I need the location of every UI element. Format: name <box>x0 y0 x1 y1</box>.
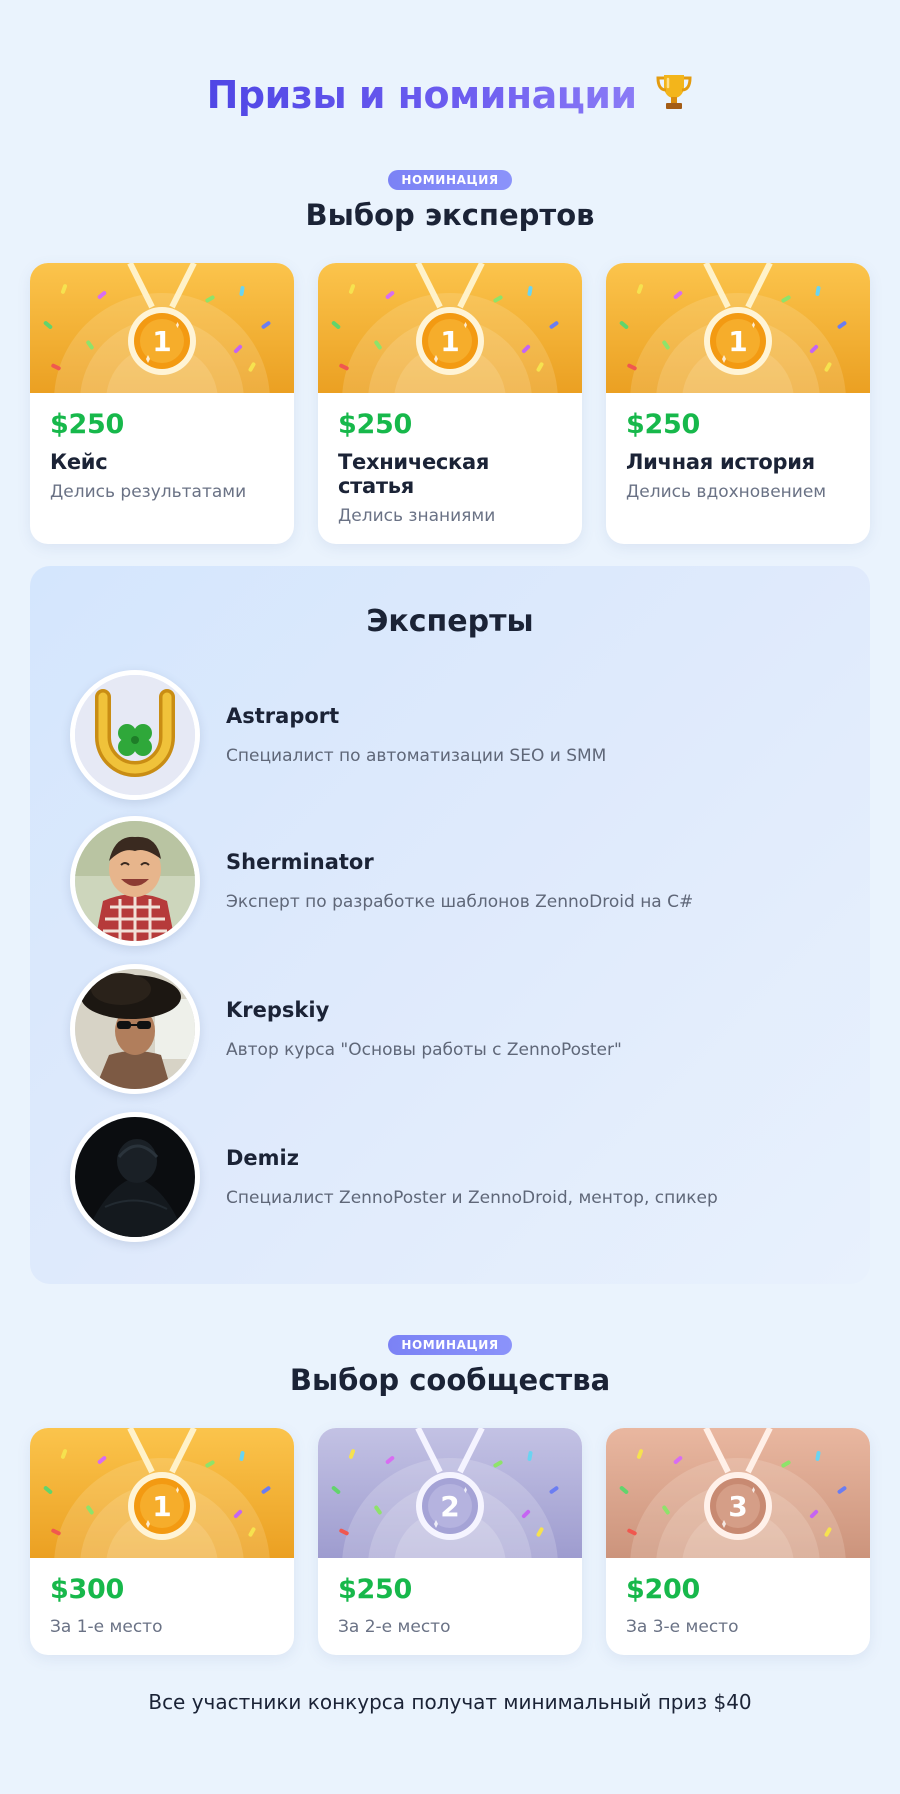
prize-card: 1 $250 Кейс Делись результатами <box>30 263 294 544</box>
experts-choice-header: номинация Выбор экспертов <box>0 169 900 232</box>
gold-medal-banner: 1 <box>318 263 582 393</box>
expert-item: Demiz Специалист ZennoPoster и ZennoDroi… <box>70 1112 718 1242</box>
community-choice-cards: 1 $300 За 1-е место 2 $250 За 2-е место <box>30 1428 870 1655</box>
horseshoe-clover-icon <box>75 675 195 795</box>
expert-name: Krepskiy <box>226 998 330 1022</box>
bronze-medal-banner: 3 <box>606 1428 870 1558</box>
card-title: Техническая статья <box>338 450 490 498</box>
expert-item: Krepskiy Автор курса "Основы работы с Ze… <box>70 964 622 1094</box>
prize-amount: $300 <box>50 1574 124 1605</box>
expert-description: Специалист ZennoPoster и ZennoDroid, мен… <box>226 1188 718 1208</box>
medal-icon: 1 <box>30 263 294 393</box>
prize-amount: $250 <box>626 409 700 440</box>
svg-text:1: 1 <box>728 325 747 358</box>
avatar <box>70 1112 200 1242</box>
medal-icon: 2 <box>318 1428 582 1558</box>
expert-name: Demiz <box>226 1146 299 1170</box>
page-title-text: Призы и номинации <box>206 73 638 117</box>
expert-description: Специалист по автоматизации SEO и SMM <box>226 746 607 766</box>
card-subtitle: За 3-е место <box>626 1617 739 1637</box>
gold-medal-banner: 1 <box>30 263 294 393</box>
medal-icon: 1 <box>606 263 870 393</box>
medal-icon: 3 <box>606 1428 870 1558</box>
community-choice-header: номинация Выбор сообщества <box>0 1334 900 1397</box>
card-subtitle: За 2-е место <box>338 1617 451 1637</box>
expert-name: Astraport <box>226 704 340 728</box>
prize-amount: $250 <box>338 409 412 440</box>
svg-text:2: 2 <box>440 1490 459 1523</box>
expert-name: Sherminator <box>226 850 374 874</box>
prize-card: 1 $250 Техническая статья Делись знаниям… <box>318 263 582 544</box>
card-title: Личная история <box>626 450 815 474</box>
medal-icon: 1 <box>30 1428 294 1558</box>
prize-amount: $250 <box>50 409 124 440</box>
prize-card: 1 $300 За 1-е место <box>30 1428 294 1655</box>
page-title: Призы и номинации <box>0 72 900 121</box>
svg-text:1: 1 <box>152 1490 171 1523</box>
expert-description: Автор курса "Основы работы с ZennoPoster… <box>226 1040 622 1060</box>
experts-choice-cards: 1 $250 Кейс Делись результатами 1 $250 Т… <box>30 263 870 544</box>
laughing-child-photo <box>75 821 195 941</box>
card-subtitle: Делись знаниями <box>338 506 496 526</box>
nomination-badge: номинация <box>388 1335 512 1355</box>
prize-amount: $200 <box>626 1574 700 1605</box>
hooded-figure-photo <box>75 1117 195 1237</box>
prize-card: 3 $200 За 3-е место <box>606 1428 870 1655</box>
expert-item: Astraport Специалист по автоматизации SE… <box>70 670 606 800</box>
avatar <box>70 964 200 1094</box>
card-subtitle: Делись вдохновением <box>626 482 827 502</box>
prize-amount: $250 <box>338 1574 412 1605</box>
avatar <box>70 816 200 946</box>
svg-text:1: 1 <box>440 325 459 358</box>
trophy-icon <box>655 72 693 121</box>
card-subtitle: За 1-е место <box>50 1617 163 1637</box>
gold-medal-banner: 1 <box>30 1428 294 1558</box>
silver-medal-banner: 2 <box>318 1428 582 1558</box>
prize-card: 1 $250 Личная история Делись вдохновение… <box>606 263 870 544</box>
nomination-badge: номинация <box>388 170 512 190</box>
prize-card: 2 $250 За 2-е место <box>318 1428 582 1655</box>
expert-item: Sherminator Эксперт по разработке шаблон… <box>70 816 693 946</box>
man-in-hat-photo <box>75 969 195 1089</box>
svg-text:3: 3 <box>728 1490 747 1523</box>
expert-description: Эксперт по разработке шаблонов ZennoDroi… <box>226 892 694 912</box>
card-title: Кейс <box>50 450 108 474</box>
svg-text:1: 1 <box>152 325 171 358</box>
gold-medal-banner: 1 <box>606 263 870 393</box>
section-title: Выбор экспертов <box>305 198 595 232</box>
experts-panel: Эксперты Astraport Специалист по автомат… <box>30 566 870 1284</box>
card-subtitle: Делись результатами <box>50 482 247 502</box>
section-title: Выбор сообщества <box>289 1363 611 1397</box>
footer-note: Все участники конкурса получат минимальн… <box>148 1690 752 1714</box>
experts-title: Эксперты <box>366 604 534 639</box>
medal-icon: 1 <box>318 263 582 393</box>
avatar <box>70 670 200 800</box>
